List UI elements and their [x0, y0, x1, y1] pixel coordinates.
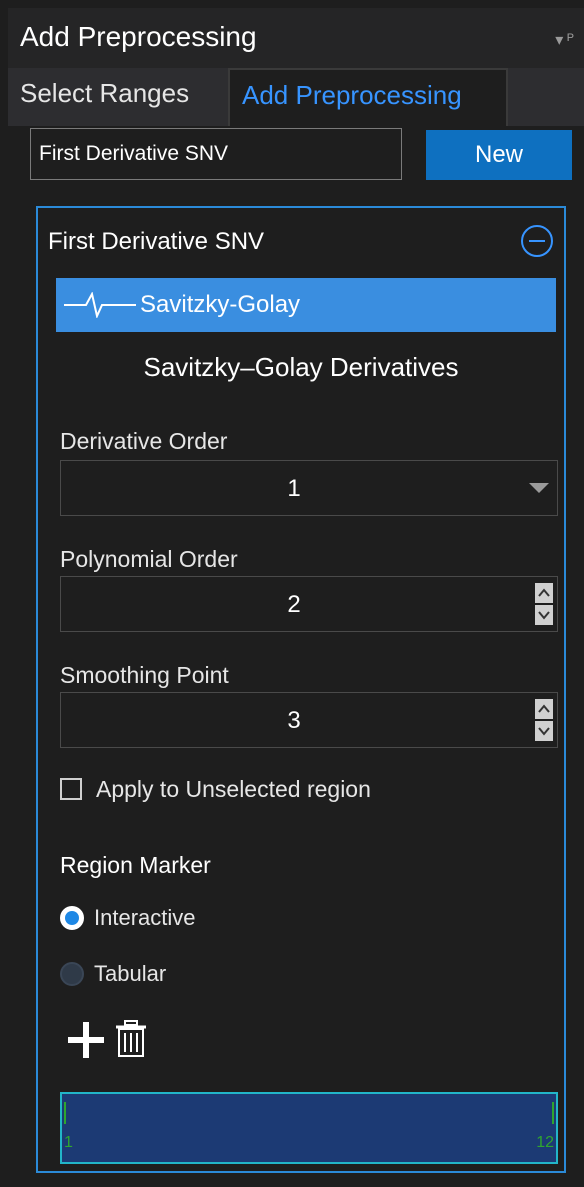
method-selector[interactable]: Savitzky-Golay [56, 278, 556, 332]
region-marker-heading: Region Marker [60, 852, 211, 878]
derivative-order-dropdown[interactable]: 1 [60, 460, 558, 516]
tab-content: New First Derivative SNV Savitzky-Golay … [8, 126, 584, 1187]
preprocessing-name-input[interactable] [30, 128, 402, 180]
decrement-icon[interactable] [535, 721, 553, 741]
radio-button-unselected[interactable] [60, 962, 84, 986]
method-subtitle: Savitzky–Golay Derivatives [143, 352, 459, 382]
range-start-label: 1 [64, 1134, 73, 1151]
decrement-icon[interactable] [535, 605, 553, 625]
smoothing-point-value: 3 [287, 707, 301, 734]
derivative-order-label: Derivative Order [60, 428, 228, 454]
region-range-preview[interactable]: 1 12 [60, 1092, 558, 1164]
tab-strip: Select Ranges Add Preprocessing [8, 68, 584, 126]
smoothing-point-stepper[interactable]: 3 [60, 692, 558, 748]
derivative-order-value: 1 [287, 475, 301, 502]
new-button[interactable]: New [426, 130, 572, 180]
increment-icon[interactable] [535, 583, 553, 603]
apply-unselected-label: Apply to Unselected region [96, 776, 371, 802]
tab-add-preprocessing[interactable]: Add Preprocessing [228, 68, 508, 126]
radio-button-selected[interactable] [60, 906, 84, 930]
add-preprocessing-pane: Add Preprocessing ▾ᴾ Select Ranges Add P… [0, 0, 584, 1187]
smoothing-point-label: Smoothing Point [60, 662, 229, 688]
trash-icon[interactable] [114, 1020, 148, 1058]
radio-interactive-label: Interactive [94, 905, 196, 930]
preprocessing-card: First Derivative SNV Savitzky-Golay Savi… [36, 206, 566, 1173]
dropdown-arrow-icon[interactable]: ▾ [555, 32, 567, 49]
collapse-minus-icon[interactable] [520, 224, 554, 258]
card-title: First Derivative SNV [48, 228, 265, 255]
method-label: Savitzky-Golay [140, 291, 301, 318]
chevron-down-icon [529, 483, 549, 493]
polynomial-order-value: 2 [287, 591, 301, 618]
polynomial-order-stepper[interactable]: 2 [60, 576, 558, 632]
pane-title: Add Preprocessing [20, 21, 257, 52]
apply-unselected-checkbox[interactable] [60, 778, 82, 800]
waveform-icon [64, 292, 136, 318]
increment-icon[interactable] [535, 699, 553, 719]
polynomial-order-label: Polynomial Order [60, 546, 238, 572]
range-end-marker[interactable] [552, 1102, 554, 1124]
pane-title-bar: Add Preprocessing ▾ᴾ [8, 8, 584, 68]
range-start-marker[interactable] [64, 1102, 66, 1124]
title-bar-controls: ▾ᴾ [555, 30, 578, 50]
range-end-label: 12 [536, 1134, 554, 1151]
pin-icon[interactable]: ᴾ [567, 32, 578, 49]
plus-icon[interactable] [68, 1022, 104, 1058]
tab-select-ranges[interactable]: Select Ranges [8, 68, 228, 118]
radio-tabular-label: Tabular [94, 961, 167, 986]
